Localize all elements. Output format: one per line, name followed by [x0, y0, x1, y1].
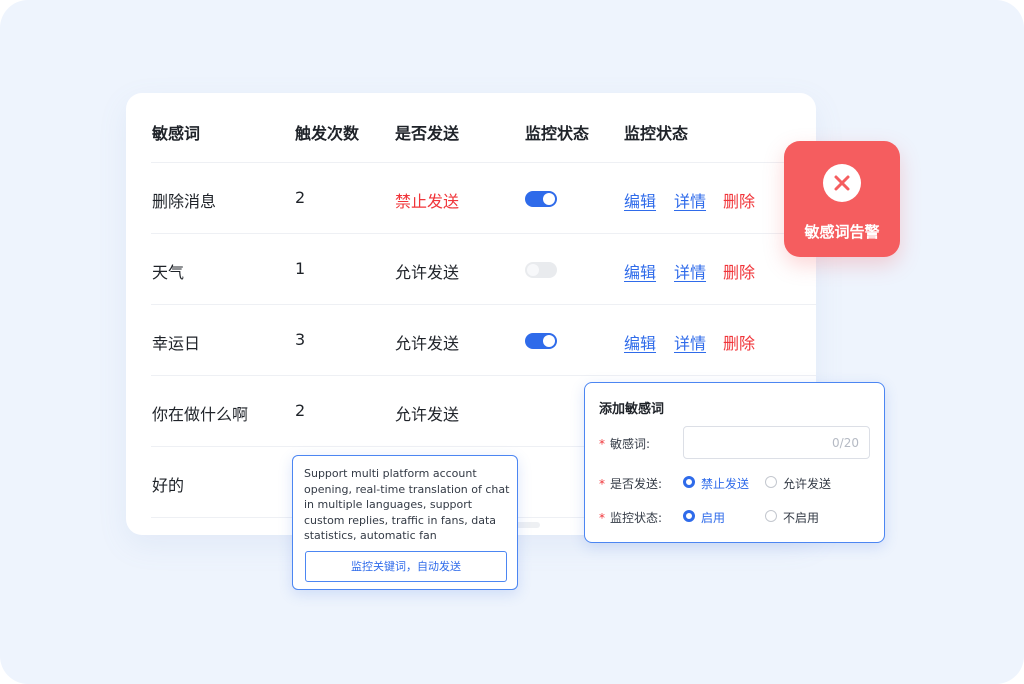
sensitive-word-input[interactable]: 0/20	[683, 426, 870, 459]
sensitive-word-alert-badge: 敏感词告警	[784, 141, 900, 257]
table-row: 幸运日 3 允许发送 编辑 详情 删除	[151, 304, 816, 375]
table-row: 删除消息 2 禁止发送 编辑 详情 删除	[151, 162, 816, 233]
cell-send-status: 禁止发送	[395, 192, 460, 211]
radio-dot	[765, 510, 777, 522]
monitor-field-label: * 监控状态:	[599, 509, 662, 526]
cell-send-status: 允许发送	[395, 334, 460, 353]
char-counter: 0/20	[832, 436, 859, 450]
edit-link[interactable]: 编辑	[624, 330, 656, 354]
toggle-knob	[543, 335, 555, 347]
cell-send-status: 允许发送	[395, 263, 460, 282]
close-circle	[823, 164, 861, 202]
delete-link[interactable]: 删除	[723, 330, 755, 354]
send-label-text: 是否发送:	[610, 477, 663, 491]
feature-tooltip: Support multi platform account opening, …	[292, 455, 518, 590]
table-row: 天气 1 允许发送 编辑 详情 删除	[151, 233, 816, 304]
header-send-status: 是否发送	[395, 124, 460, 143]
radio-label: 不启用	[783, 511, 820, 525]
cell-word: 幸运日	[152, 334, 201, 353]
edit-link[interactable]: 编辑	[624, 188, 656, 212]
radio-label: 启用	[701, 511, 726, 525]
radio-dot	[683, 510, 695, 522]
cell-word: 你在做什么啊	[152, 405, 249, 424]
cell-count: 1	[295, 259, 306, 278]
send-field-label: * 是否发送:	[599, 475, 662, 492]
radio-label: 允许发送	[783, 477, 832, 491]
dialog-title: 添加敏感词	[599, 402, 665, 417]
header-trigger-count: 触发次数	[295, 124, 360, 143]
cell-word: 天气	[152, 263, 185, 282]
cell-count: 2	[295, 188, 306, 207]
cell-word: 删除消息	[152, 192, 217, 211]
edit-link[interactable]: 编辑	[624, 259, 656, 283]
detail-link[interactable]: 详情	[674, 330, 706, 354]
required-mark: *	[599, 511, 605, 525]
toggle-knob	[543, 193, 555, 205]
required-mark: *	[599, 437, 605, 451]
table-header: 敏感词 触发次数 是否发送 监控状态 监控状态	[126, 93, 816, 163]
radio-label: 禁止发送	[701, 477, 750, 491]
tooltip-text: Support multi platform account opening, …	[304, 467, 510, 542]
add-sensitive-word-dialog: 添加敏感词 * 敏感词: 0/20 * 是否发送: 禁止发送 允许发送 * 监控状态:…	[584, 382, 885, 543]
page-background: 敏感词 触发次数 是否发送 监控状态 监控状态 删除消息 2 禁止发送 编辑 详…	[0, 0, 1024, 684]
monitor-label-text: 监控状态:	[610, 511, 663, 525]
header-actions: 监控状态	[624, 124, 689, 143]
delete-link[interactable]: 删除	[723, 259, 755, 283]
delete-link[interactable]: 删除	[723, 188, 755, 212]
monitor-keywords-button[interactable]: 监控关键词，自动发送	[305, 551, 507, 582]
detail-link[interactable]: 详情	[674, 188, 706, 212]
radio-dot	[765, 476, 777, 488]
word-label-text: 敏感词:	[610, 437, 651, 451]
alert-label: 敏感词告警	[804, 223, 880, 241]
radio-dot	[683, 476, 695, 488]
header-sensitive-word: 敏感词	[152, 124, 201, 143]
monitor-toggle[interactable]	[525, 262, 557, 278]
cell-word: 好的	[152, 476, 185, 495]
monitor-toggle[interactable]	[525, 333, 557, 349]
close-icon	[834, 175, 850, 191]
detail-link[interactable]: 详情	[674, 259, 706, 283]
required-mark: *	[599, 477, 605, 491]
toggle-knob	[527, 264, 539, 276]
word-field-label: * 敏感词:	[599, 435, 650, 452]
header-monitor-status: 监控状态	[525, 124, 590, 143]
cell-count: 2	[295, 401, 306, 420]
monitor-toggle[interactable]	[525, 191, 557, 207]
cell-send-status: 允许发送	[395, 405, 460, 424]
cell-count: 3	[295, 330, 306, 349]
